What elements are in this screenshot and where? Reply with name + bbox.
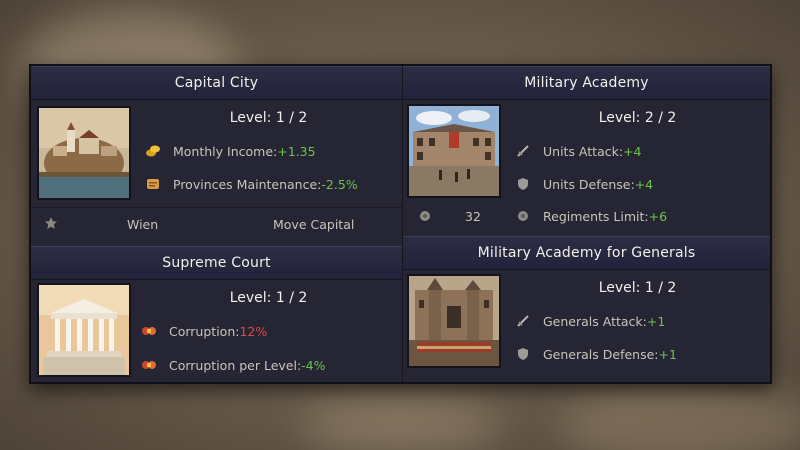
stat-provinces-maintenance: Provinces Maintenance: -2.5% (145, 176, 358, 192)
stat-label: Regiments Limit: (543, 208, 649, 224)
corruption-icon (141, 357, 157, 373)
shield-icon (515, 346, 531, 362)
academy-level: Level: 2 / 2 (598, 110, 677, 126)
section-title: Capital City (31, 66, 402, 100)
capital-city-image (37, 106, 131, 200)
stat-monthly-income: Monthly Income: +1.35 (145, 143, 316, 159)
section-title: Military Academy (403, 66, 770, 100)
stat-label: Corruption: (169, 323, 240, 339)
regiment-icon (515, 208, 531, 224)
sword-icon (515, 313, 531, 329)
move-capital-button[interactable]: Move Capital (273, 217, 354, 232)
stat-value: +1.35 (277, 143, 316, 159)
stat-label: Units Attack: (543, 143, 624, 159)
stat-value: 12% (239, 323, 268, 339)
sword-icon (515, 143, 531, 159)
stat-value: +6 (648, 208, 668, 224)
stat-value: +4 (634, 176, 654, 192)
regiment-icon (417, 208, 433, 224)
stat-regiments-limit: Regiments Limit: +6 (515, 208, 667, 224)
corruption-icon (141, 323, 157, 339)
shield-icon (515, 176, 531, 192)
stat-generals-attack: Generals Attack: +1 (515, 313, 665, 329)
scroll-icon (145, 176, 161, 192)
stat-value: +1 (658, 346, 677, 362)
stat-value: -2.5% (321, 176, 358, 192)
regiment-count: 32 (465, 208, 481, 224)
capital-level: Level: 1 / 2 (229, 110, 308, 126)
generals-academy-section: Military Academy for Generals Level: 1 /… (403, 236, 770, 382)
background-blur (300, 395, 500, 450)
regiment-count-row: 32 (417, 208, 481, 224)
buildings-panel: Capital City Level: 1 / 2 Monthly Income… (29, 64, 772, 384)
supreme-court-section: Supreme Court Level: 1 / 2 Corruption: 1… (31, 246, 402, 382)
stat-label: Generals Defense: (543, 346, 659, 362)
stat-label: Monthly Income: (173, 143, 278, 159)
stat-value: +1 (646, 313, 666, 329)
military-academy-section: Military Academy Level: 2 / 2 Units Atta… (403, 66, 770, 236)
stat-label: Units Defense: (543, 176, 635, 192)
section-title: Supreme Court (31, 246, 402, 280)
generals-academy-image (407, 274, 501, 368)
court-level: Level: 1 / 2 (229, 290, 308, 306)
stat-generals-defense: Generals Defense: +1 (515, 346, 677, 362)
generals-body: Level: 1 / 2 Generals Attack: +1 General… (403, 270, 770, 382)
star-icon (43, 215, 59, 231)
stat-units-attack: Units Attack: +4 (515, 143, 642, 159)
stat-value: -4% (301, 357, 326, 373)
capital-city-section: Capital City Level: 1 / 2 Monthly Income… (31, 66, 402, 246)
stat-corruption-per-level: Corruption per Level: -4% (141, 357, 326, 373)
stat-value: +4 (623, 143, 642, 159)
capital-location-row (43, 215, 71, 231)
stat-label: Provinces Maintenance: (173, 176, 322, 192)
generals-level: Level: 1 / 2 (598, 280, 677, 296)
court-body: Level: 1 / 2 Corruption: 12% Corruption … (31, 280, 402, 382)
capital-city-name: Wien (127, 217, 159, 232)
military-academy-image (407, 104, 501, 198)
capital-body: Level: 1 / 2 Monthly Income: +1.35 Provi… (31, 100, 402, 246)
coins-icon (145, 143, 161, 159)
section-title: Military Academy for Generals (403, 236, 770, 270)
stat-units-defense: Units Defense: +4 (515, 176, 653, 192)
academy-body: Level: 2 / 2 Units Attack: +4 Units Defe… (403, 100, 770, 236)
supreme-court-image (37, 283, 131, 377)
stat-corruption: Corruption: 12% (141, 323, 267, 339)
stat-label: Corruption per Level: (169, 357, 302, 373)
divider (31, 207, 402, 208)
background-blur (560, 380, 800, 450)
stat-label: Generals Attack: (543, 313, 647, 329)
